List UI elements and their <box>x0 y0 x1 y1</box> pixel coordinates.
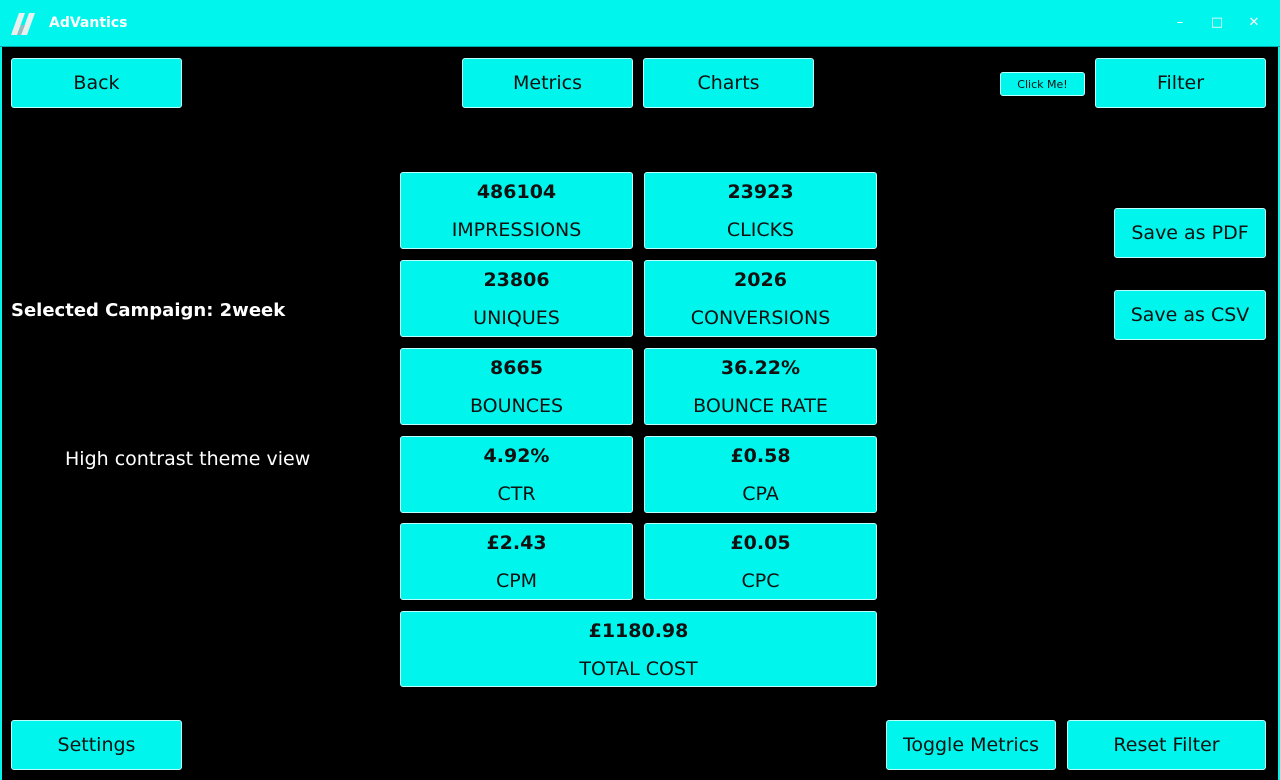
metric-value: 8665 <box>490 357 543 379</box>
settings-button[interactable]: Settings <box>11 720 182 770</box>
close-icon[interactable]: ✕ <box>1243 12 1265 34</box>
metric-impressions[interactable]: 486104 IMPRESSIONS <box>400 172 633 249</box>
metric-ctr[interactable]: 4.92% CTR <box>400 436 633 513</box>
metric-label: BOUNCES <box>469 395 564 417</box>
metric-value: 486104 <box>476 181 557 203</box>
metric-label: CTR <box>497 483 536 505</box>
reset-filter-button[interactable]: Reset Filter <box>1067 720 1266 770</box>
metric-value: 36.22% <box>720 357 801 379</box>
app-title: AdVantics <box>49 15 128 31</box>
metric-conversions[interactable]: 2026 CONVERSIONS <box>644 260 877 337</box>
metric-uniques[interactable]: 23806 UNIQUES <box>400 260 633 337</box>
metric-label: CPM <box>495 570 538 592</box>
toggle-metrics-button[interactable]: Toggle Metrics <box>886 720 1056 770</box>
metric-clicks[interactable]: 23923 CLICKS <box>644 172 877 249</box>
filter-button[interactable]: Filter <box>1095 58 1266 108</box>
metric-value: £0.05 <box>730 532 791 554</box>
metric-value: £2.43 <box>486 532 547 554</box>
app-logo-icon <box>11 13 35 35</box>
minimize-icon[interactable]: – <box>1169 12 1191 34</box>
metric-value: 2026 <box>734 269 787 291</box>
theme-note: High contrast theme view <box>65 448 311 470</box>
click-me-button[interactable]: Click Me! <box>1000 72 1085 96</box>
metric-label: BOUNCE RATE <box>693 395 828 417</box>
metric-value: 4.92% <box>483 445 550 467</box>
metric-label: CLICKS <box>726 219 795 241</box>
metric-value: £1180.98 <box>588 620 689 642</box>
metric-cpa[interactable]: £0.58 CPA <box>644 436 877 513</box>
metric-label: IMPRESSIONS <box>451 219 582 241</box>
metric-label: UNIQUES <box>473 307 560 329</box>
metric-bounce-rate[interactable]: 36.22% BOUNCE RATE <box>644 348 877 425</box>
charts-button[interactable]: Charts <box>643 58 814 108</box>
metric-label: CPC <box>741 570 780 592</box>
title-bar: AdVantics – □ ✕ <box>0 0 1280 47</box>
metric-label: CPA <box>742 483 779 505</box>
metric-value: 23923 <box>727 181 794 203</box>
metric-label: TOTAL COST <box>579 658 698 680</box>
selected-campaign-label: Selected Campaign: 2week <box>11 300 286 321</box>
maximize-icon[interactable]: □ <box>1206 12 1228 34</box>
metric-label: CONVERSIONS <box>690 307 831 329</box>
metric-cpc[interactable]: £0.05 CPC <box>644 523 877 600</box>
metrics-button[interactable]: Metrics <box>462 58 633 108</box>
back-button[interactable]: Back <box>11 58 182 108</box>
metric-value: 23806 <box>483 269 550 291</box>
save-pdf-button[interactable]: Save as PDF <box>1114 208 1266 258</box>
window-border-left <box>0 47 2 780</box>
metric-total-cost[interactable]: £1180.98 TOTAL COST <box>400 611 877 687</box>
metric-cpm[interactable]: £2.43 CPM <box>400 523 633 600</box>
metric-value: £0.58 <box>730 445 791 467</box>
metric-bounces[interactable]: 8665 BOUNCES <box>400 348 633 425</box>
save-csv-button[interactable]: Save as CSV <box>1114 290 1266 340</box>
